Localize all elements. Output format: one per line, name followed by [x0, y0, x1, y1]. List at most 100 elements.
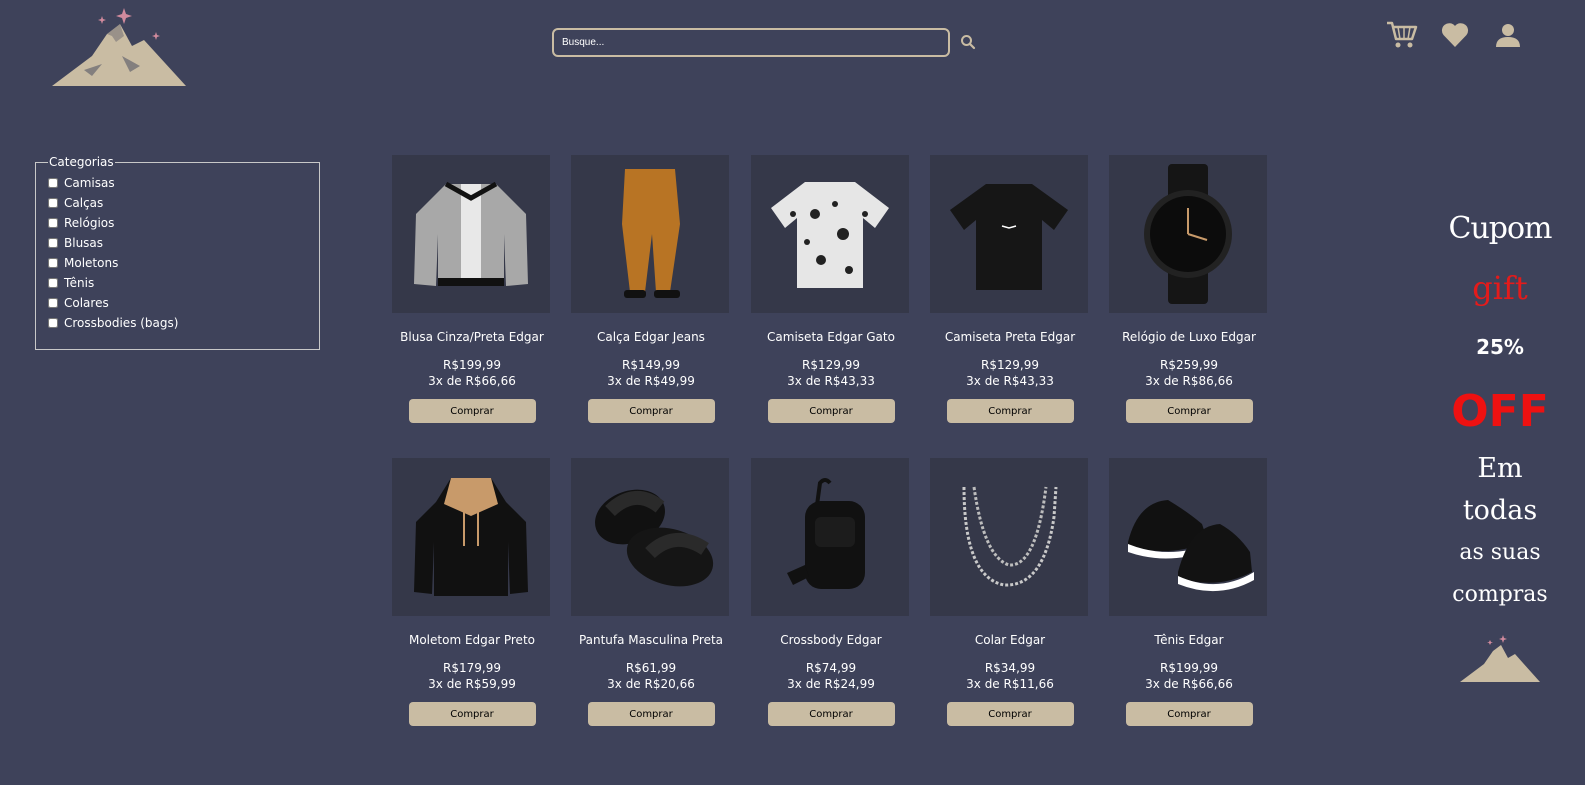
product-installments: 3x de R$11,66: [966, 677, 1054, 691]
product-card: Pantufa Masculina Preta R$61,99 3x de R$20…: [571, 458, 731, 726]
product-name: Relógio de Luxo Edgar: [1122, 330, 1256, 344]
product-price: R$149,99: [622, 358, 680, 372]
sneakers-image[interactable]: [1109, 458, 1267, 616]
cart-icon[interactable]: [1385, 20, 1418, 50]
product-name: Moletom Edgar Preto: [408, 633, 535, 647]
pants-image[interactable]: [571, 155, 729, 313]
promo-banner: Cupom gift 25% OFF Em todas as suas comp…: [1440, 200, 1560, 684]
category-label: Camisas: [64, 176, 115, 190]
product-card: Tênis Edgar R$199,99 3x de R$66,66 Comprar: [1109, 458, 1269, 726]
category-option[interactable]: Colares: [48, 293, 309, 313]
categories-filter: Categorias Camisas Calças Relógios Blusas Mo…: [35, 155, 320, 350]
product-name: Pantufa Masculina Preta: [578, 633, 724, 647]
product-price: R$129,99: [802, 358, 860, 372]
category-checkbox[interactable]: [48, 238, 58, 248]
product-price: R$199,99: [443, 358, 501, 372]
category-label: Calças: [64, 196, 104, 210]
category-option[interactable]: Blusas: [48, 233, 309, 253]
product-card: Camiseta Preta Edgar R$129,99 3x de R$43,3…: [930, 155, 1090, 423]
category-label: Blusas: [64, 236, 104, 250]
product-card: Relógio de Luxo Edgar R$259,99 3x de R$86,…: [1109, 155, 1269, 423]
category-label: Moletons: [64, 256, 119, 270]
category-checkbox[interactable]: [48, 278, 58, 288]
buy-button[interactable]: Comprar: [408, 399, 536, 423]
search-icon[interactable]: [960, 34, 976, 50]
promo-line-cupom: Cupom: [1448, 211, 1553, 246]
product-installments: 3x de R$43,33: [966, 374, 1054, 388]
promo-line-todas: todas: [1462, 495, 1538, 526]
buy-button[interactable]: Comprar: [1125, 399, 1253, 423]
product-installments: 3x de R$49,99: [607, 374, 695, 388]
product-price: R$34,99: [984, 661, 1036, 675]
product-price: R$74,99: [805, 661, 857, 675]
product-installments: 3x de R$24,99: [787, 677, 875, 691]
mountain-logo-small: [1460, 635, 1540, 682]
product-name: Tênis Edgar: [1154, 633, 1224, 647]
categories-legend: Categorias: [49, 155, 114, 169]
product-installments: 3x de R$43,33: [787, 374, 875, 388]
category-option[interactable]: Tênis: [48, 273, 309, 293]
product-installments: 3x de R$20,66: [607, 677, 695, 691]
cat-shirt-image[interactable]: [751, 155, 909, 313]
user-icon[interactable]: [1491, 20, 1524, 50]
buy-button[interactable]: Comprar: [587, 399, 715, 423]
black-tshirt-image[interactable]: [930, 155, 1088, 313]
product-installments: 3x de R$86,66: [1145, 374, 1233, 388]
hoodie-image[interactable]: [392, 458, 550, 616]
product-card: Moletom Edgar Preto R$179,99 3x de R$59,99…: [392, 458, 552, 726]
promo-line-off: OFF: [1451, 386, 1549, 437]
category-option[interactable]: Moletons: [48, 253, 309, 273]
buy-button[interactable]: Comprar: [1125, 702, 1253, 726]
product-name: Blusa Cinza/Preta Edgar: [400, 330, 544, 344]
category-checkbox[interactable]: [48, 298, 58, 308]
search-input[interactable]: [552, 28, 950, 57]
product-card: Crossbody Edgar R$74,99 3x de R$24,99 Compr…: [751, 458, 911, 726]
slippers-image[interactable]: [571, 458, 729, 616]
category-label: Colares: [64, 296, 109, 310]
category-label: Crossbodies (bags): [64, 316, 179, 330]
product-price: R$259,99: [1160, 358, 1218, 372]
product-card: Blusa Cinza/Preta Edgar R$199,99 3x de R$6…: [392, 155, 552, 423]
category-checkbox[interactable]: [48, 258, 58, 268]
product-installments: 3x de R$66,66: [428, 374, 516, 388]
necklace-image[interactable]: [930, 458, 1088, 616]
product-name: Calça Edgar Jeans: [597, 330, 705, 344]
header-actions: [1385, 20, 1524, 50]
promo-line-gift: gift: [1472, 269, 1528, 307]
buy-button[interactable]: Comprar: [767, 399, 895, 423]
buy-button[interactable]: Comprar: [767, 702, 895, 726]
category-option[interactable]: Calças: [48, 193, 309, 213]
buy-button[interactable]: Comprar: [946, 399, 1074, 423]
crossbody-bag-image[interactable]: [751, 458, 909, 616]
product-installments: 3x de R$66,66: [1145, 677, 1233, 691]
mountain-logo[interactable]: [52, 6, 186, 90]
category-checkbox[interactable]: [48, 178, 58, 188]
product-card: Camiseta Edgar Gato R$129,99 3x de R$43,33…: [751, 155, 911, 423]
category-option[interactable]: Crossbodies (bags): [48, 313, 309, 333]
product-price: R$129,99: [981, 358, 1039, 372]
promo-line-em: Em: [1477, 453, 1523, 484]
buy-button[interactable]: Comprar: [587, 702, 715, 726]
category-option[interactable]: Camisas: [48, 173, 309, 193]
product-name: Camiseta Edgar Gato: [767, 330, 895, 344]
category-checkbox[interactable]: [48, 218, 58, 228]
product-name: Crossbody Edgar: [780, 633, 882, 647]
promo-line-compras: compras: [1452, 582, 1548, 607]
product-price: R$199,99: [1160, 661, 1218, 675]
category-label: Relógios: [64, 216, 115, 230]
category-checkbox[interactable]: [48, 318, 58, 328]
jacket-image[interactable]: [392, 155, 550, 313]
category-option[interactable]: Relógios: [48, 213, 309, 233]
category-label: Tênis: [64, 276, 95, 290]
search-bar: [552, 28, 976, 57]
product-price: R$179,99: [443, 661, 501, 675]
promo-line-as-suas: as suas: [1459, 540, 1541, 565]
promo-line-percent: 25%: [1476, 335, 1524, 359]
product-name: Camiseta Preta Edgar: [944, 330, 1076, 344]
buy-button[interactable]: Comprar: [946, 702, 1074, 726]
category-checkbox[interactable]: [48, 198, 58, 208]
watch-image[interactable]: [1109, 155, 1267, 313]
heart-icon[interactable]: [1438, 20, 1471, 50]
product-name: Colar Edgar: [974, 633, 1046, 647]
buy-button[interactable]: Comprar: [408, 702, 536, 726]
